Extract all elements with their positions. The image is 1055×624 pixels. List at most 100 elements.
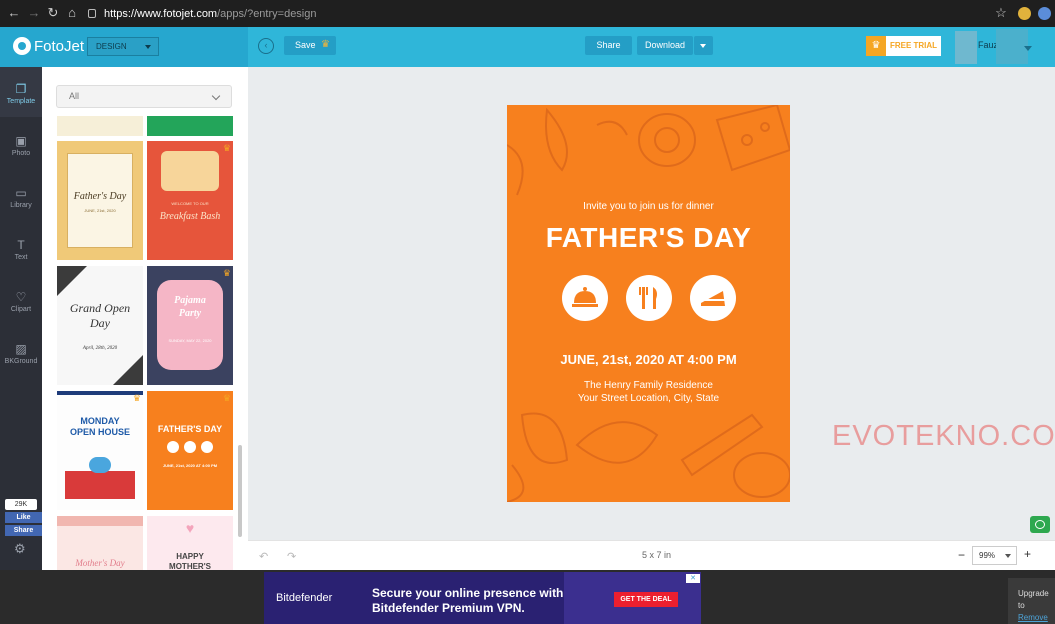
panel-scrollbar[interactable] — [238, 445, 242, 537]
rail-item-photo[interactable]: ▣ Photo — [0, 135, 42, 158]
save-label: Save — [295, 40, 316, 50]
remove-ads-link[interactable]: Remove — [1018, 612, 1055, 624]
template-thumb[interactable]: ♥ HAPPY MOTHER'S DAY — [147, 516, 233, 570]
extension-icon[interactable] — [1018, 7, 1031, 20]
back-arrow-icon[interactable]: ← — [6, 5, 22, 21]
rail-label: Library — [10, 202, 32, 209]
template-thumb[interactable]: FATHER'S DAY JUNE, 21st, 2020 AT 4:00 PM… — [147, 391, 233, 510]
rail-item-template[interactable]: ❐ Template — [0, 82, 42, 106]
thumb-sub: JUNE, 21st, 2020 — [84, 208, 116, 213]
template-thumb[interactable]: Pajama Party SUNDAY, MAY 22, 2020 ♛ — [147, 266, 233, 385]
cake-icon — [690, 275, 736, 321]
ad-banner[interactable]: Bitdefender Secure your online presence … — [264, 572, 701, 624]
rail-item-clipart[interactable]: ♡ Clipart — [0, 290, 42, 314]
thumb-house — [65, 471, 135, 499]
rail-item-library[interactable]: ▭ Library — [0, 186, 42, 210]
template-thumb[interactable]: MONDAY OPEN HOUSE ♛ — [57, 391, 143, 510]
zoom-in-button[interactable]: + — [1024, 547, 1031, 561]
crown-icon: ♛ — [222, 393, 231, 403]
thumb-stripe — [57, 391, 143, 395]
redo-icon[interactable]: ↷ — [287, 550, 296, 563]
fb-share-button[interactable]: Share — [5, 525, 42, 536]
gear-icon[interactable]: ⚙ — [14, 541, 26, 557]
ad-brand: Bitdefender — [276, 592, 333, 604]
ad-cta-button[interactable]: GET THE DEAL — [614, 592, 678, 607]
crown-icon: ♛ — [222, 143, 231, 153]
background-icon: ▨ — [15, 342, 27, 356]
mode-select[interactable]: DESIGN — [87, 37, 159, 56]
template-thumb[interactable] — [147, 116, 233, 136]
rail-item-background[interactable]: ▨ BKGround — [0, 342, 42, 366]
rail-item-text[interactable]: T Text — [0, 238, 42, 262]
rail-label: Photo — [11, 150, 31, 157]
avatar[interactable] — [955, 31, 977, 64]
url-host: https://www.fotojet.com — [104, 8, 218, 20]
poster-date[interactable]: JUNE, 21st, 2020 AT 4:00 PM — [507, 352, 790, 367]
crown-icon: ♛ — [866, 36, 886, 56]
ad-close-icon[interactable]: ✕ — [686, 574, 700, 583]
address-bar[interactable]: https://www.fotojet.com/apps/?entry=desi… — [88, 5, 1008, 23]
category-select[interactable]: All — [56, 85, 232, 108]
library-icon: ▭ — [15, 186, 27, 200]
forward-arrow-icon[interactable]: → — [26, 5, 42, 21]
ad-headline: Secure your online presence with Bitdefe… — [372, 586, 563, 616]
url-path: /apps/?entry=design — [217, 8, 317, 20]
plate-icon — [167, 441, 179, 453]
clipart-icon: ♡ — [15, 290, 27, 304]
free-trial-button[interactable]: FREE TRIAL — [886, 36, 941, 56]
bookmark-star-icon[interactable]: ☆ — [993, 5, 1009, 21]
undo-icon[interactable]: ↶ — [259, 550, 268, 563]
chevron-down-icon[interactable] — [1024, 46, 1032, 51]
thumb-sub: WELCOME TO OUR — [171, 201, 209, 206]
watermark: EVOTEKNO.COM — [832, 420, 1055, 452]
like-button[interactable]: Like — [5, 512, 42, 523]
template-thumb[interactable]: Father's Day JUNE, 21st, 2020 — [57, 141, 143, 260]
poster-venue[interactable]: The Henry Family Residence — [507, 380, 790, 391]
thumb-title: Mother's Day — [75, 558, 125, 568]
thumb-sub: April, 28th, 2020 — [82, 346, 118, 351]
reload-icon[interactable]: ↻ — [45, 5, 61, 21]
poster-invite[interactable]: Invite you to join us for dinner — [507, 201, 790, 212]
collapse-panel-icon[interactable]: ‹ — [258, 38, 274, 54]
mode-select-value: DESIGN — [96, 42, 127, 51]
thumb-sub: JUNE, 21st, 2020 AT 4:00 PM — [162, 463, 218, 468]
zoom-select[interactable]: 99% — [972, 546, 1017, 565]
template-thumb[interactable] — [57, 116, 143, 136]
rail-label: Clipart — [10, 306, 32, 313]
home-icon[interactable]: ⌂ — [64, 5, 80, 21]
poster-title[interactable]: FATHER'S DAY — [507, 222, 790, 254]
poster-address[interactable]: Your Street Location, City, State — [507, 393, 790, 404]
upgrade-text: Upgrade to — [1018, 589, 1049, 610]
heart-icon: ♥ — [185, 520, 195, 536]
template-thumb[interactable]: Mother's Day — [57, 516, 143, 570]
cutlery-icon — [184, 441, 196, 453]
rail-label: Template — [6, 98, 36, 105]
ad-headline-line2: Bitdefender Premium VPN. — [372, 601, 525, 615]
thumb-title: HAPPY MOTHER'S DAY — [169, 552, 211, 570]
profile-icon[interactable] — [1038, 7, 1051, 20]
download-button[interactable]: Download — [637, 36, 693, 55]
text-icon: T — [17, 238, 25, 252]
rail-label: Text — [14, 254, 28, 261]
zoom-out-button[interactable]: − — [958, 548, 965, 562]
cake-icon — [201, 441, 213, 453]
template-thumb[interactable]: Grand Open Day April, 28th, 2020 — [57, 266, 143, 385]
thumb-title: Father's Day — [73, 191, 127, 202]
upgrade-prompt: Upgrade to Remove — [1008, 578, 1055, 624]
logo-text: FotoJet — [34, 38, 85, 55]
cloche-icon — [562, 275, 608, 321]
share-button[interactable]: Share — [585, 36, 632, 55]
save-button[interactable]: Save ♛ — [284, 36, 336, 55]
thumb-title: MONDAY OPEN HOUSE — [69, 416, 130, 437]
download-options-button[interactable] — [694, 36, 713, 55]
poster[interactable]: Invite you to join us for dinner FATHER'… — [507, 105, 790, 502]
thumb-stripe — [57, 516, 143, 526]
rail-label: BKGround — [4, 358, 38, 365]
template-thumb[interactable]: Breakfast Bash WELCOME TO OUR ♛ — [147, 141, 233, 260]
thumb-title: Grand Open Day — [69, 301, 131, 330]
browser-toolbar: ← → ↻ ⌂ https://www.fotojet.com/apps/?en… — [0, 0, 1055, 27]
crown-icon: ♛ — [321, 39, 330, 50]
template-icon: ❐ — [15, 82, 27, 96]
chat-icon[interactable] — [1030, 516, 1050, 533]
cutlery-icon — [626, 275, 672, 321]
